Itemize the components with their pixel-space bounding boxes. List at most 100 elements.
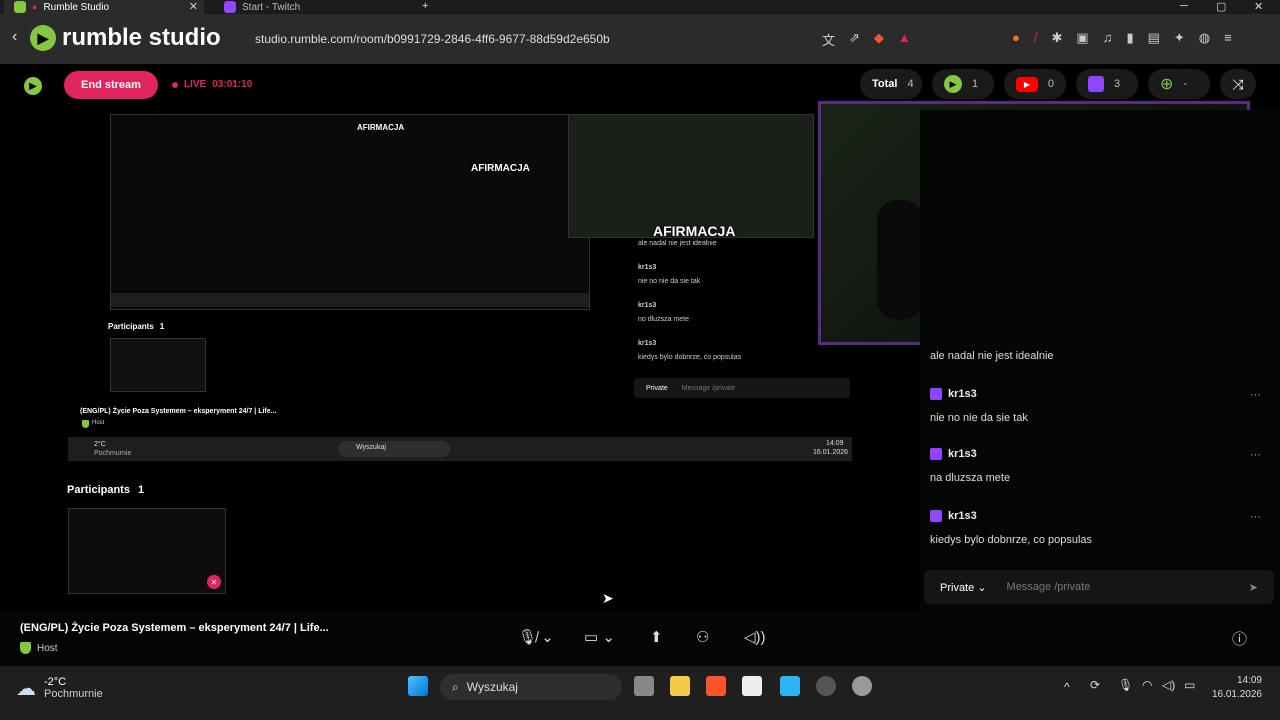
tab-rumble-studio[interactable]: ● Rumble Studio ✕ — [4, 0, 204, 14]
file-explorer-icon[interactable] — [670, 676, 690, 696]
mic-muted-icon: ✕ — [207, 575, 221, 589]
address-actions: 文 ⇗ ◆ ▲ — [822, 30, 911, 49]
youtube-viewers[interactable]: ▶ 0 — [1004, 69, 1066, 99]
more-options-icon[interactable]: ⋯ — [1250, 388, 1261, 401]
nested-participant-thumb — [110, 338, 206, 392]
rumble-home-icon[interactable]: ▶ — [24, 77, 42, 95]
nested-search: Wyszukaj — [338, 441, 450, 457]
close-tab-icon[interactable]: ✕ — [189, 0, 198, 13]
twitch-viewers[interactable]: 3 — [1076, 69, 1138, 99]
wifi-icon[interactable]: ◠ — [1142, 678, 1152, 692]
message-input[interactable]: Message /private — [1007, 581, 1091, 593]
more-options-icon[interactable]: ⋯ — [1250, 510, 1261, 523]
task-view-icon[interactable] — [634, 676, 654, 696]
maximize-button[interactable]: ▢ — [1216, 0, 1226, 14]
extension-icon[interactable]: ● — [1012, 30, 1020, 46]
puzzle-icon[interactable]: ✱ — [1051, 30, 1062, 46]
nested-chat-user: kr1s3 — [638, 340, 657, 347]
wallet-icon[interactable]: ▤ — [1148, 30, 1160, 46]
chat-text: nie no nie da sie tak — [930, 412, 1028, 424]
chat-text: ale nadal nie jest idealnie — [930, 350, 1054, 362]
help-icon[interactable]: ⓘ — [1232, 628, 1247, 649]
nested-placeholder: Message /private — [681, 384, 736, 392]
obs-icon[interactable] — [816, 676, 836, 696]
url-text[interactable]: studio.rumble.com/room/b0991729-2846-4ff… — [255, 32, 610, 46]
clock-time: 14:09 — [1236, 675, 1262, 686]
twitch-icon — [930, 510, 942, 522]
brave-rewards-icon[interactable]: ▲ — [898, 30, 911, 49]
stage-preview: AFIRMACJA AFIRMACJA AFIRMACJA ale nadal … — [0, 110, 920, 610]
end-stream-button[interactable]: End stream — [64, 71, 158, 99]
mic-muted-icon[interactable]: 🎙︎̸ ⌄ — [518, 628, 554, 646]
system-clock[interactable]: 14:09 16.01.2026 — [1212, 674, 1262, 702]
private-mode-select[interactable]: Private ⌄ — [940, 581, 987, 594]
nested-windows-taskbar: 2°C Pochmurnie Wyszukaj 14:09 16.01.2026 — [68, 437, 852, 461]
leo-icon[interactable]: ✦ — [1174, 30, 1185, 46]
send-icon[interactable]: ➤ — [1249, 581, 1258, 594]
nested-taskbar — [111, 293, 589, 307]
nested-weather: Pochmurnie — [94, 450, 132, 457]
nested-participants-count: 1 — [159, 322, 165, 331]
taskbar-search[interactable]: ⌕ Wyszukaj — [440, 674, 622, 700]
back-arrow-icon[interactable]: ‹ — [12, 28, 17, 46]
brand-text: rumble studio — [62, 24, 221, 51]
chat-panel: ale nadal nie jest idealnie kr1s3 nie no… — [920, 110, 1280, 610]
share-screen-icon[interactable]: ⬆︎ — [650, 628, 663, 646]
microphone-icon[interactable]: 🎙︎ — [1118, 678, 1133, 692]
translate-icon[interactable]: 文 — [822, 30, 835, 49]
vpn-icon[interactable]: ◍ — [1199, 30, 1210, 46]
rumble-favicon-icon — [14, 1, 26, 13]
audio-icon[interactable]: ◁)) — [744, 628, 766, 646]
music-icon[interactable]: ♫ — [1103, 30, 1113, 46]
twitch-icon — [930, 448, 942, 460]
host-badge: Host — [20, 642, 58, 654]
temperature: -2°C — [44, 676, 67, 688]
close-window-button[interactable]: ✕ — [1254, 0, 1263, 14]
rumble-viewers[interactable]: ▶ 1 — [932, 69, 994, 99]
notepad-icon[interactable] — [742, 676, 762, 696]
camera-icon[interactable]: ▭ ⌄ — [584, 628, 615, 646]
participants-icon[interactable]: ⚇ — [696, 628, 709, 646]
shuffle-layout-icon[interactable]: ⤨ — [1220, 69, 1256, 99]
battery-icon[interactable]: ▭ — [1184, 678, 1195, 692]
extension-icons: ● / ✱ ▣ ♫ ▮ ▤ ✦ ◍ ≡ — [1012, 30, 1232, 46]
participants-header: Participants 1 — [67, 484, 144, 496]
minimize-button[interactable]: ─ — [1180, 0, 1188, 14]
chat-message: kr1s3 nie no nie da sie tak ⋯ — [930, 388, 1270, 424]
tab-twitch[interactable]: Start - Twitch — [214, 0, 310, 14]
share-icon[interactable]: ⇗ — [849, 30, 860, 49]
windows-start-icon[interactable] — [408, 676, 428, 696]
youtube-count: 0 — [1047, 78, 1054, 90]
globe-icon: ⊕ — [1160, 76, 1174, 93]
brave-shield-icon[interactable]: ◆ — [874, 30, 884, 49]
pen-icon[interactable]: / — [1034, 30, 1038, 46]
screenshot-icon[interactable]: ▣ — [1076, 30, 1088, 46]
tab-label: Rumble Studio — [43, 1, 110, 13]
chat-user: kr1s3 — [948, 510, 977, 522]
youtube-icon: ▶ — [1016, 76, 1038, 92]
sync-icon[interactable]: ⟳ — [1090, 678, 1100, 692]
live-indicator: LIVE 03:01:10 — [172, 79, 252, 90]
address-bar: ‹ ▶ rumble studio studio.rumble.com/room… — [0, 14, 1280, 64]
sidebar-icon[interactable]: ▮ — [1126, 30, 1133, 46]
nested-search-text: Wyszukaj — [356, 444, 386, 451]
chat-message: kr1s3 kiedys bylo dobnrze, co popsulas ⋯ — [930, 510, 1270, 546]
new-tab-button[interactable]: + — [422, 0, 428, 14]
nested-date: 16.01.2026 — [813, 449, 849, 456]
rumble-icon: ▶ — [944, 75, 962, 93]
windows-taskbar: ☁ -2°C Pochmurnie ⌕ Wyszukaj ^ ⟳ 🎙︎ ◠ ◁)… — [0, 666, 1280, 720]
brave-browser-icon[interactable] — [706, 676, 726, 696]
volume-icon[interactable]: ◁) — [1162, 678, 1175, 692]
settings-icon[interactable] — [852, 676, 872, 696]
app-icon[interactable] — [780, 676, 800, 696]
web-viewers[interactable]: ⊕ - — [1148, 69, 1210, 99]
weather-widget[interactable]: ☁ -2°C Pochmurnie — [16, 676, 103, 701]
nested-stream-title: (ENG/PL) Życie Poza Systemem – eksperyme… — [80, 408, 277, 415]
rumble-count: 1 — [972, 78, 979, 90]
nested-participants-small: Participants 1 — [108, 322, 164, 331]
chevron-up-icon[interactable]: ^ — [1064, 680, 1070, 694]
more-options-icon[interactable]: ⋯ — [1250, 448, 1261, 461]
participant-thumbnail[interactable]: ✕ — [68, 508, 226, 594]
menu-icon[interactable]: ≡ — [1224, 30, 1232, 46]
tab-label: Start - Twitch — [242, 1, 301, 13]
